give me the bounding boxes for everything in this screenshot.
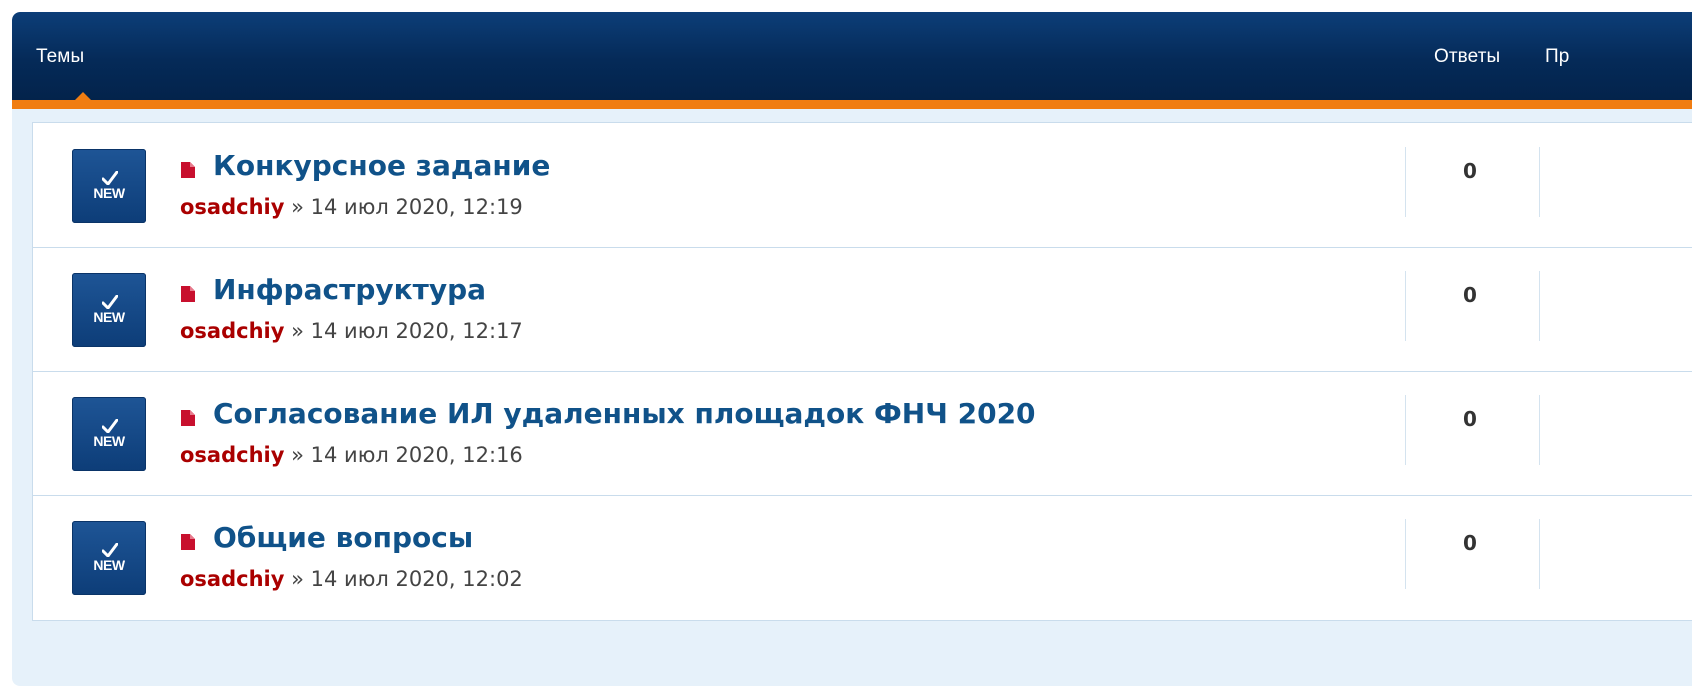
header-accent-bar [12, 100, 1692, 109]
checkmark-icon [102, 295, 118, 309]
topic-author-link[interactable]: osadchiy [180, 319, 284, 343]
meta-separator: » [291, 319, 304, 343]
new-topic-icon: NEW [72, 273, 146, 347]
topic-row: NEW Согласование ИЛ удаленных площадок Ф… [33, 371, 1692, 496]
checkmark-icon [102, 543, 118, 557]
topic-date: 14 июл 2020, 12:17 [310, 319, 523, 343]
header-replies-label: Ответы [1434, 46, 1501, 67]
column-divider [1405, 147, 1406, 217]
topic-title-link[interactable]: Согласование ИЛ удаленных площадок ФНЧ 2… [213, 397, 1036, 430]
topics-list: NEW Конкурсное задание osadchiy » 14 июл… [32, 122, 1692, 621]
checkmark-icon [102, 419, 118, 433]
topic-meta: osadchiy » 14 июл 2020, 12:17 [180, 319, 523, 343]
column-divider [1405, 395, 1406, 465]
topics-block: Темы Ответы Пр NEW Конкурсное задание os… [12, 12, 1692, 686]
topic-row: NEW Общие вопросы osadchiy » 14 июл 2020… [33, 495, 1692, 619]
topic-meta: osadchiy » 14 июл 2020, 12:16 [180, 443, 523, 467]
new-topic-icon: NEW [72, 149, 146, 223]
reply-count: 0 [1463, 531, 1477, 555]
meta-separator: » [291, 443, 304, 467]
document-icon [181, 534, 195, 550]
topic-date: 14 июл 2020, 12:16 [310, 443, 523, 467]
topic-title-link[interactable]: Конкурсное задание [213, 149, 550, 182]
new-badge-text: NEW [93, 309, 125, 325]
column-divider [1539, 147, 1540, 217]
column-divider [1405, 519, 1406, 589]
topic-date: 14 июл 2020, 12:19 [310, 195, 523, 219]
document-icon [181, 286, 195, 302]
topic-author-link[interactable]: osadchiy [180, 195, 284, 219]
column-divider [1405, 271, 1406, 341]
topics-header: Темы Ответы Пр [12, 12, 1692, 100]
new-topic-icon: NEW [72, 521, 146, 595]
topic-meta: osadchiy » 14 июл 2020, 12:19 [180, 195, 523, 219]
header-views-label: Пр [1545, 46, 1570, 67]
new-badge-text: NEW [93, 185, 125, 201]
document-icon [181, 410, 195, 426]
header-topics-label: Темы [36, 46, 85, 67]
column-divider [1539, 395, 1540, 465]
new-badge-text: NEW [93, 557, 125, 573]
topic-author-link[interactable]: osadchiy [180, 567, 284, 591]
forum-panel: Темы Ответы Пр NEW Конкурсное задание os… [0, 0, 1692, 686]
topic-title-link[interactable]: Общие вопросы [213, 521, 473, 554]
checkmark-icon [102, 171, 118, 185]
topic-author-link[interactable]: osadchiy [180, 443, 284, 467]
reply-count: 0 [1463, 283, 1477, 307]
meta-separator: » [291, 195, 304, 219]
topic-row: NEW Конкурсное задание osadchiy » 14 июл… [33, 123, 1692, 248]
column-divider [1539, 519, 1540, 589]
reply-count: 0 [1463, 407, 1477, 431]
reply-count: 0 [1463, 159, 1477, 183]
topic-title-link[interactable]: Инфраструктура [213, 273, 486, 306]
new-topic-icon: NEW [72, 397, 146, 471]
column-divider [1539, 271, 1540, 341]
topic-meta: osadchiy » 14 июл 2020, 12:02 [180, 567, 523, 591]
new-badge-text: NEW [93, 433, 125, 449]
topic-date: 14 июл 2020, 12:02 [310, 567, 523, 591]
meta-separator: » [291, 567, 304, 591]
topic-row: NEW Инфраструктура osadchiy » 14 июл 202… [33, 247, 1692, 372]
document-icon [181, 162, 195, 178]
